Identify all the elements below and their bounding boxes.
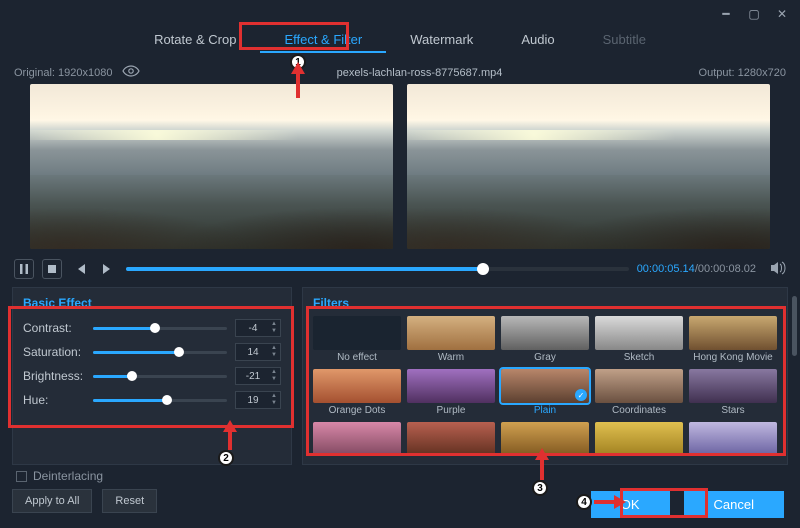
brightness-label: Brightness: xyxy=(23,369,85,383)
tab-effect-filter[interactable]: Effect & Filter xyxy=(260,28,386,53)
filter-warm[interactable]: Warm xyxy=(407,316,495,363)
filter-coordinates[interactable]: Coordinates xyxy=(595,369,683,416)
filter-orange-dots[interactable]: Orange Dots xyxy=(313,369,401,416)
tab-watermark[interactable]: Watermark xyxy=(386,28,497,53)
saturation-label: Saturation: xyxy=(23,345,85,359)
reset-button[interactable]: Reset xyxy=(102,489,157,513)
filter-more-2[interactable] xyxy=(407,422,495,456)
output-resolution-label: Output: 1280x720 xyxy=(699,67,786,79)
filter-gray[interactable]: Gray xyxy=(501,316,589,363)
close-button[interactable]: ✕ xyxy=(774,6,790,22)
preview-toggle-icon[interactable] xyxy=(122,65,140,80)
next-frame-button[interactable] xyxy=(98,259,118,279)
deinterlacing-label: Deinterlacing xyxy=(33,469,103,483)
brightness-slider[interactable] xyxy=(93,375,227,378)
filter-plain[interactable]: ✓Plain xyxy=(501,369,589,416)
minimize-button[interactable]: ━ xyxy=(718,6,734,22)
original-resolution-label: Original: 1920x1080 xyxy=(14,67,112,79)
filter-sketch[interactable]: Sketch xyxy=(595,316,683,363)
timeline-slider[interactable] xyxy=(126,267,629,271)
filter-more-5[interactable] xyxy=(689,422,777,456)
filter-stars[interactable]: Stars xyxy=(689,369,777,416)
tab-subtitle[interactable]: Subtitle xyxy=(579,28,670,53)
ok-button[interactable]: OK xyxy=(591,491,670,518)
contrast-slider[interactable] xyxy=(93,327,227,330)
maximize-button[interactable]: ▢ xyxy=(746,6,762,22)
brightness-value[interactable]: -21▲▼ xyxy=(235,367,281,385)
prev-frame-button[interactable] xyxy=(70,259,90,279)
basic-effect-panel: Basic Effect Contrast: -4▲▼ Saturation: … xyxy=(12,287,292,465)
time-display: 00:00:05.14/00:00:08.02 xyxy=(637,263,756,275)
filename-label: pexels-lachlan-ross-8775687.mp4 xyxy=(140,67,698,79)
hue-slider[interactable] xyxy=(93,399,227,402)
volume-icon[interactable] xyxy=(770,261,786,278)
deinterlacing-checkbox[interactable] xyxy=(16,471,27,482)
filter-no-effect[interactable]: No effect xyxy=(313,316,401,363)
filter-hong-kong-movie[interactable]: Hong Kong Movie xyxy=(689,316,777,363)
cancel-button[interactable]: Cancel xyxy=(684,491,784,518)
apply-to-all-button[interactable]: Apply to All xyxy=(12,489,92,513)
output-preview xyxy=(407,84,770,249)
contrast-value[interactable]: -4▲▼ xyxy=(235,319,281,337)
basic-effect-title: Basic Effect xyxy=(23,296,281,310)
filter-more-3[interactable] xyxy=(501,422,589,456)
filters-scrollbar[interactable] xyxy=(792,296,797,356)
filters-panel: Filters No effect Warm Gray Sketch Hong … xyxy=(302,287,788,465)
filter-more-4[interactable] xyxy=(595,422,683,456)
stop-button[interactable] xyxy=(42,259,62,279)
tab-rotate-crop[interactable]: Rotate & Crop xyxy=(130,28,260,53)
tab-audio[interactable]: Audio xyxy=(497,28,578,53)
hue-label: Hue: xyxy=(23,393,85,407)
main-tabs: Rotate & Crop Effect & Filter Watermark … xyxy=(0,28,800,59)
saturation-slider[interactable] xyxy=(93,351,227,354)
filter-purple[interactable]: Purple xyxy=(407,369,495,416)
filter-more-1[interactable] xyxy=(313,422,401,456)
selected-check-icon: ✓ xyxy=(575,389,587,401)
filters-title: Filters xyxy=(313,296,777,310)
pause-button[interactable] xyxy=(14,259,34,279)
saturation-value[interactable]: 14▲▼ xyxy=(235,343,281,361)
contrast-label: Contrast: xyxy=(23,321,85,335)
hue-value[interactable]: 19▲▼ xyxy=(235,391,281,409)
original-preview xyxy=(30,84,393,249)
